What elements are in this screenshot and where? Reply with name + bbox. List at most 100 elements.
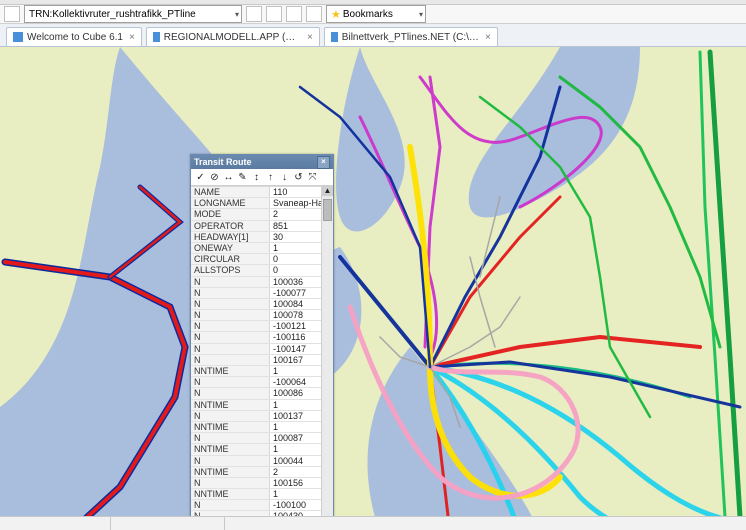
- property-row[interactable]: NAME110: [191, 187, 333, 198]
- property-key: N: [191, 355, 270, 365]
- property-key: N: [191, 288, 270, 298]
- toolbar-button[interactable]: [4, 6, 20, 22]
- document-tab[interactable]: Welcome to Cube 6.1 ×: [6, 27, 142, 46]
- property-key: N: [191, 310, 270, 320]
- property-key: N: [191, 344, 270, 354]
- star-icon: ★: [331, 8, 341, 21]
- property-key: NNTIME: [191, 366, 270, 376]
- property-key: N: [191, 299, 270, 309]
- property-row[interactable]: NNTIME1: [191, 400, 333, 411]
- tab-close-icon[interactable]: ×: [129, 32, 135, 43]
- panel-tool-button[interactable]: ⤧: [307, 172, 318, 183]
- property-row[interactable]: NNTIME1: [191, 422, 333, 433]
- document-tab[interactable]: Bilnettverk_PTlines.NET (C:\NTNU\Transp.…: [324, 27, 498, 46]
- property-row[interactable]: NNTIME1: [191, 366, 333, 377]
- property-key: N: [191, 411, 270, 421]
- layer-combo-text: TRN:Kollektivruter_rushtrafikk_PTline: [29, 9, 196, 20]
- toolbar-button[interactable]: [246, 6, 262, 22]
- property-key: N: [191, 332, 270, 342]
- panel-titlebar[interactable]: Transit Route ×: [191, 155, 333, 169]
- property-row[interactable]: N100084: [191, 299, 333, 310]
- property-key: NAME: [191, 187, 270, 197]
- property-key: N: [191, 500, 270, 510]
- tab-label: Welcome to Cube 6.1: [27, 32, 123, 43]
- property-row[interactable]: N-100121: [191, 321, 333, 332]
- property-key: OPERATOR: [191, 221, 270, 231]
- property-row[interactable]: N100036: [191, 277, 333, 288]
- tab-close-icon[interactable]: ×: [485, 32, 491, 43]
- property-row[interactable]: N100167: [191, 355, 333, 366]
- toolbar-row-1: TRN:Kollektivruter_rushtrafikk_PTline ★ …: [0, 5, 746, 24]
- document-tabs: Welcome to Cube 6.1×REGIONALMODELL.APP (…: [0, 24, 746, 47]
- toolbar-button[interactable]: [266, 6, 282, 22]
- panel-tool-button[interactable]: ↓: [279, 172, 290, 183]
- status-cell: [0, 517, 111, 530]
- property-key: NNTIME: [191, 444, 270, 454]
- property-row[interactable]: N-100064: [191, 377, 333, 388]
- scroll-thumb[interactable]: [323, 199, 332, 221]
- panel-scrollbar[interactable]: ▲ ▼: [321, 185, 333, 530]
- tab-app-icon: [331, 32, 338, 42]
- panel-tool-button[interactable]: ↔: [223, 172, 234, 183]
- transit-route-panel[interactable]: Transit Route × ✓⊘↔✎↕↑↓↺⤧ NAME110LONGNAM…: [190, 154, 334, 530]
- panel-toolbar: ✓⊘↔✎↕↑↓↺⤧: [191, 169, 333, 186]
- property-key: MODE: [191, 209, 270, 219]
- property-grid[interactable]: NAME110LONGNAMESvaneap-Hamna sMODE2OPERA…: [191, 186, 333, 530]
- property-row[interactable]: CIRCULAR0: [191, 254, 333, 265]
- tab-app-icon: [13, 32, 23, 42]
- property-row[interactable]: N-100100: [191, 500, 333, 511]
- property-row[interactable]: OPERATOR851: [191, 221, 333, 232]
- document-tab[interactable]: REGIONALMODELL.APP (C:\NTNU\Trans... ×: [146, 27, 320, 46]
- property-row[interactable]: MODE2: [191, 209, 333, 220]
- property-key: NNTIME: [191, 422, 270, 432]
- toolbar-button[interactable]: [306, 6, 322, 22]
- scroll-up-arrow-icon[interactable]: ▲: [322, 185, 333, 196]
- property-row[interactable]: N-100077: [191, 288, 333, 299]
- property-row[interactable]: NNTIME2: [191, 467, 333, 478]
- property-row[interactable]: N-100116: [191, 332, 333, 343]
- property-row[interactable]: N100087: [191, 433, 333, 444]
- network-map-svg: [0, 47, 746, 530]
- tab-label: REGIONALMODELL.APP (C:\NTNU\Trans...: [164, 32, 301, 43]
- property-row[interactable]: ALLSTOPS0: [191, 265, 333, 276]
- property-key: ALLSTOPS: [191, 265, 270, 275]
- tab-label: Bilnettverk_PTlines.NET (C:\NTNU\Transp.…: [342, 32, 479, 43]
- panel-close-button[interactable]: ×: [317, 156, 330, 169]
- property-row[interactable]: N100137: [191, 411, 333, 422]
- property-row[interactable]: HEADWAY[1]30: [191, 232, 333, 243]
- property-row[interactable]: N100078: [191, 310, 333, 321]
- layer-combo[interactable]: TRN:Kollektivruter_rushtrafikk_PTline: [24, 5, 242, 23]
- panel-tool-button[interactable]: ✓: [195, 172, 206, 183]
- property-row[interactable]: ONEWAY1: [191, 243, 333, 254]
- property-key: N: [191, 478, 270, 488]
- property-key: N: [191, 433, 270, 443]
- tab-close-icon[interactable]: ×: [307, 32, 313, 43]
- panel-title-text: Transit Route: [194, 157, 252, 167]
- property-row[interactable]: N-100147: [191, 344, 333, 355]
- property-row[interactable]: NNTIME1: [191, 489, 333, 500]
- panel-tool-button[interactable]: ↕: [251, 172, 262, 183]
- panel-tool-button[interactable]: ✎: [237, 172, 248, 183]
- property-key: ONEWAY: [191, 243, 270, 253]
- property-key: N: [191, 388, 270, 398]
- property-key: NNTIME: [191, 489, 270, 499]
- property-key: NNTIME: [191, 400, 270, 410]
- panel-tool-button[interactable]: ↑: [265, 172, 276, 183]
- property-key: NNTIME: [191, 467, 270, 477]
- property-key: N: [191, 456, 270, 466]
- property-key: N: [191, 321, 270, 331]
- panel-tool-button[interactable]: ⊘: [209, 172, 220, 183]
- property-row[interactable]: LONGNAMESvaneap-Hamna s: [191, 198, 333, 209]
- bookmarks-menu[interactable]: ★ Bookmarks: [326, 5, 426, 23]
- property-key: N: [191, 277, 270, 287]
- property-row[interactable]: N100156: [191, 478, 333, 489]
- property-key: CIRCULAR: [191, 254, 270, 264]
- property-row[interactable]: N100044: [191, 456, 333, 467]
- property-row[interactable]: NNTIME1: [191, 444, 333, 455]
- toolbar-button[interactable]: [286, 6, 302, 22]
- property-key: HEADWAY[1]: [191, 232, 270, 242]
- panel-tool-button[interactable]: ↺: [293, 172, 304, 183]
- map-canvas[interactable]: Transit Route × ✓⊘↔✎↕↑↓↺⤧ NAME110LONGNAM…: [0, 47, 746, 530]
- bookmarks-label: Bookmarks: [343, 9, 393, 20]
- property-row[interactable]: N100086: [191, 388, 333, 399]
